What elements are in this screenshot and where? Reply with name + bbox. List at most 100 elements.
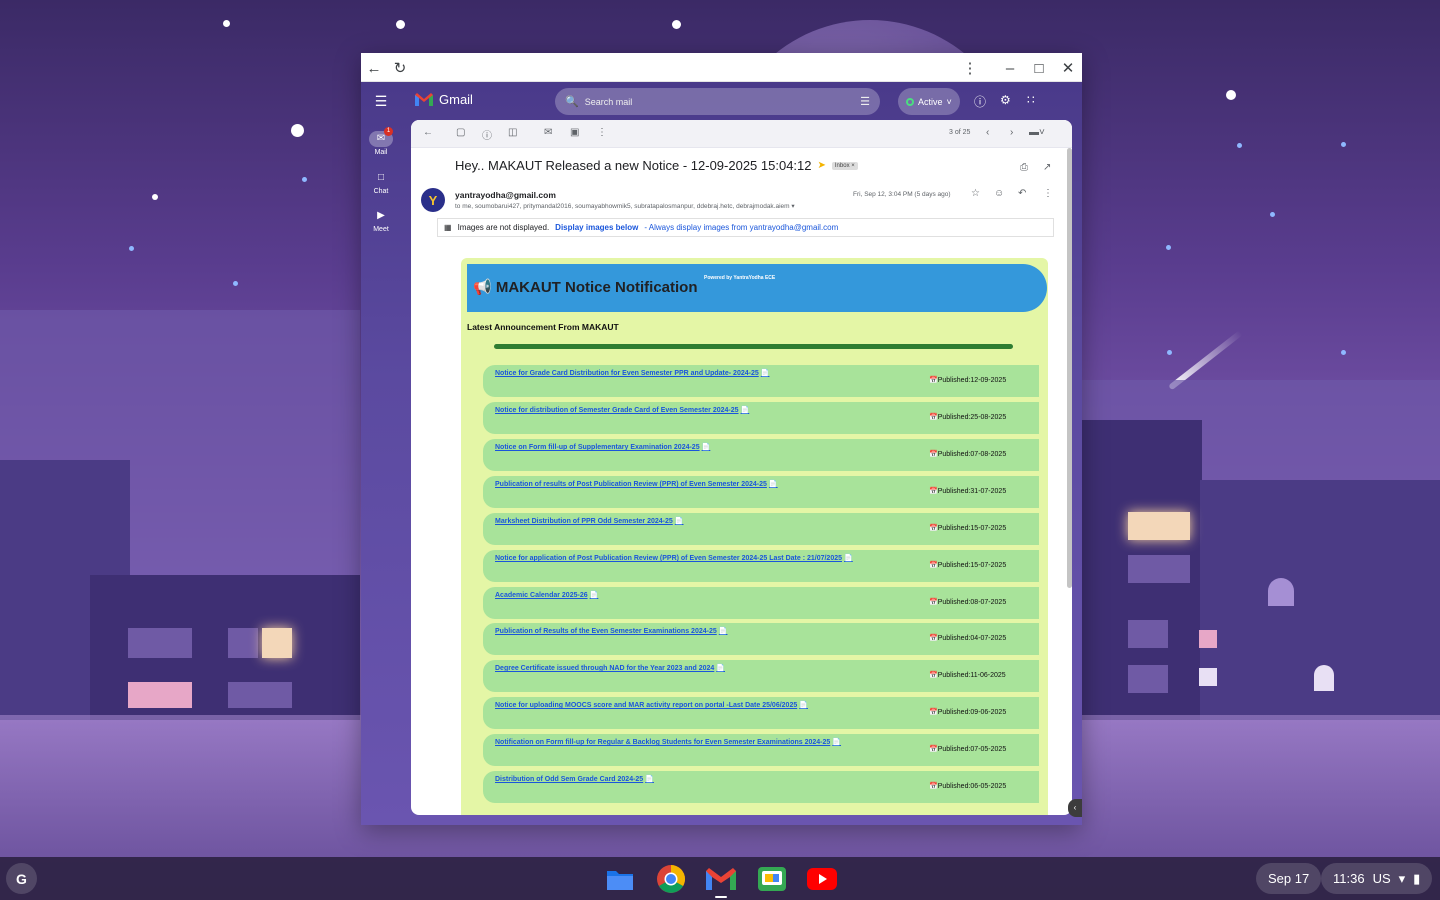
close-icon[interactable]: ✕ — [1057, 57, 1079, 79]
maximize-icon[interactable]: □ — [1028, 57, 1050, 79]
previous-icon[interactable]: ‹ — [986, 127, 989, 138]
images-notice-text: Images are not displayed. — [457, 223, 550, 232]
notice-link[interactable]: Distribution of Odd Sem Grade Card 2024-… — [495, 775, 654, 783]
video-icon: ▶ — [377, 210, 385, 221]
notice-link-text: Notification on Form fill-up for Regular… — [495, 739, 831, 746]
search-input[interactable]: 🔍 Search mail ☰ — [555, 88, 880, 115]
side-panel-toggle[interactable]: ‹ — [1068, 799, 1082, 817]
important-icon[interactable]: ➤ — [818, 160, 826, 171]
menu-icon[interactable]: ☰ — [361, 93, 401, 109]
notice-link[interactable]: Notice for uploading MOOCS score and MAR… — [495, 701, 808, 709]
reply-icon[interactable]: ↶ — [1018, 188, 1026, 199]
status-button[interactable]: Active ˅ — [898, 88, 960, 115]
notice-link[interactable]: Notice on Form fill-up of Supplementary … — [495, 443, 710, 451]
report-spam-icon[interactable]: ⓘ — [482, 127, 492, 142]
search-options-icon[interactable]: ☰ — [860, 95, 870, 108]
notice-link[interactable]: Notice for application of Post Publicati… — [495, 554, 853, 562]
rail-item-meet[interactable]: ▶ Meet — [361, 208, 401, 233]
notice-row: Notification on Form fill-up for Regular… — [483, 734, 1039, 766]
gmail-logo[interactable]: Gmail — [415, 92, 473, 107]
notice-published: 📅Published:12-09-2025 — [929, 377, 1007, 384]
status-tray[interactable]: 11:36 US ▾ ▮ — [1321, 863, 1433, 894]
gmail-app-icon[interactable] — [706, 864, 736, 894]
notice-published: 📅Published:04-07-2025 — [929, 635, 1007, 642]
divider — [494, 344, 1013, 349]
wallpaper-star — [302, 177, 307, 182]
wallpaper-window — [1199, 668, 1217, 686]
notice-link[interactable]: Notice for Grade Card Distribution for E… — [495, 369, 769, 377]
files-app-icon[interactable] — [605, 864, 635, 894]
more-icon[interactable]: ⋮ — [1043, 188, 1053, 199]
delete-icon[interactable]: ◫ — [508, 127, 517, 138]
notice-published: 📅Published:07-05-2025 — [929, 746, 1007, 753]
notice-title: 📢 MAKAUT Notice Notification — [473, 279, 698, 296]
recipients[interactable]: to me, soumobarui427, pritymandal2016, s… — [455, 202, 795, 210]
help-icon[interactable]: ⓘ — [974, 93, 986, 110]
launcher-button[interactable]: G — [6, 863, 37, 894]
notice-link[interactable]: Notice for distribution of Semester Grad… — [495, 406, 749, 414]
battery-icon: ▮ — [1413, 870, 1421, 886]
more-icon[interactable]: ⋮ — [959, 57, 981, 79]
next-icon[interactable]: › — [1010, 127, 1013, 138]
mark-unread-icon[interactable]: ✉ — [544, 127, 552, 138]
notice-link[interactable]: Publication of results of Post Publicati… — [495, 480, 778, 488]
notice-link[interactable]: Academic Calendar 2025-26 📄 — [495, 591, 598, 599]
date-tray[interactable]: Sep 17 — [1256, 863, 1322, 894]
move-to-icon[interactable]: ▣ — [570, 127, 579, 138]
wallpaper-star — [291, 124, 304, 137]
wallpaper-window — [1199, 630, 1217, 648]
mail-icon: ✉ 1 — [369, 127, 393, 147]
email-toolbar: ← ▢ ⓘ ◫ ✉ ▣ ⋮ 3 of 25 ‹ › ▬˅ — [411, 120, 1072, 148]
wallpaper-star — [223, 20, 230, 27]
latest-heading: Latest Announcement From MAKAUT — [467, 322, 619, 332]
notice-link[interactable]: Degree Certificate issued through NAD fo… — [495, 664, 725, 672]
wallpaper-window — [1268, 578, 1294, 606]
minimize-icon[interactable]: – — [999, 57, 1021, 79]
rail-item-mail[interactable]: ✉ 1 Mail — [361, 127, 401, 156]
label-chip[interactable]: Inbox × — [831, 161, 858, 170]
email-date: Fri, Sep 12, 3:04 PM (5 days ago) — [853, 191, 951, 198]
notice-published: 📅Published:15-07-2025 — [929, 525, 1007, 532]
mail-badge: 1 — [384, 127, 393, 136]
display-images-link[interactable]: Display images below — [555, 223, 638, 232]
scrollbar[interactable] — [1067, 148, 1072, 588]
notice-link[interactable]: Notification on Form fill-up for Regular… — [495, 738, 841, 746]
back-icon[interactable]: ← — [363, 57, 385, 79]
document-icon: 📄 — [718, 628, 728, 635]
open-in-new-icon[interactable]: ↗ — [1043, 162, 1051, 173]
notice-link-text: Notice for Grade Card Distribution for E… — [495, 370, 759, 377]
wallpaper-window — [228, 682, 292, 708]
notice-link-text: Marksheet Distribution of PPR Odd Semest… — [495, 518, 673, 525]
chrome-app-icon[interactable] — [656, 864, 686, 894]
sender-avatar: Y — [421, 188, 445, 212]
document-icon: 📄 — [768, 481, 778, 488]
keyboard-icon[interactable]: ▬˅ — [1029, 127, 1045, 138]
wallpaper-star — [233, 281, 238, 286]
youtube-app-icon[interactable] — [807, 864, 837, 894]
star-icon[interactable]: ☆ — [971, 188, 980, 199]
meet-app-icon[interactable] — [757, 864, 787, 894]
document-icon: 📄 — [716, 665, 725, 672]
rail-item-chat[interactable]: □ Chat — [361, 170, 401, 195]
rail-item-label: Mail — [374, 149, 388, 156]
back-to-inbox-icon[interactable]: ← — [423, 127, 433, 138]
notice-row: Publication of Results of the Even Semes… — [483, 623, 1039, 655]
sender-address[interactable]: yantrayodha@gmail.com — [455, 190, 556, 200]
always-display-link[interactable]: - Always display images from yantrayodha… — [644, 223, 838, 232]
gear-icon[interactable]: ⚙ — [1000, 93, 1011, 107]
notice-link[interactable]: Marksheet Distribution of PPR Odd Semest… — [495, 517, 684, 525]
notice-link-text: Publication of Results of the Even Semes… — [495, 628, 717, 635]
notice-link-text: Notice on Form fill-up of Supplementary … — [495, 444, 700, 451]
archive-icon[interactable]: ▢ — [456, 127, 465, 138]
print-icon[interactable]: ⎙ — [1020, 162, 1028, 173]
reload-icon[interactable]: ↻ — [389, 57, 411, 79]
rail-item-label: Chat — [373, 188, 389, 195]
apps-icon[interactable]: ∷ — [1027, 93, 1035, 107]
more-icon[interactable]: ⋮ — [597, 127, 607, 138]
status-label: Active — [918, 96, 943, 107]
active-app-indicator — [715, 896, 727, 898]
wifi-icon: ▾ — [1398, 870, 1406, 886]
emoji-icon[interactable]: ☺ — [994, 188, 1004, 199]
notice-link[interactable]: Publication of Results of the Even Semes… — [495, 627, 727, 635]
images-notice: ▦ Images are not displayed. Display imag… — [437, 218, 1054, 237]
